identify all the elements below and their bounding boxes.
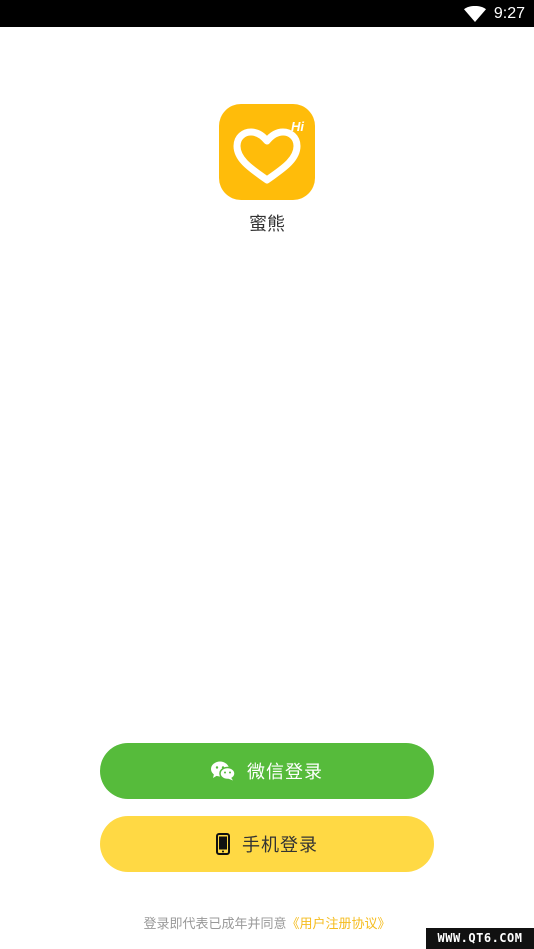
wechat-login-label: 微信登录 bbox=[247, 762, 323, 783]
phone-icon bbox=[216, 833, 230, 855]
phone-login-button[interactable]: 手机登录 bbox=[100, 816, 434, 872]
logo-text: Hi bbox=[291, 119, 304, 134]
status-right: 9:27 bbox=[463, 0, 525, 27]
wechat-login-button[interactable]: 微信登录 bbox=[100, 743, 434, 799]
heart-icon: Hi bbox=[233, 119, 304, 184]
wechat-icon bbox=[211, 761, 235, 781]
phone-login-label: 手机登录 bbox=[242, 835, 318, 856]
app-name: 蜜熊 bbox=[249, 214, 285, 235]
login-screen: 9:27 Hi 蜜熊 微信登录 手机登录 登录即代表已成年并同意《用户注册协议》… bbox=[0, 0, 534, 949]
status-bar: 9:27 bbox=[0, 0, 534, 27]
app-logo: Hi bbox=[219, 104, 315, 200]
agreement-text: 登录即代表已成年并同意 bbox=[143, 917, 287, 932]
watermark: WWW.QT6.COM bbox=[426, 928, 534, 949]
user-agreement-link[interactable]: 《用户注册协议》 bbox=[287, 917, 391, 932]
wifi-icon bbox=[463, 5, 486, 22]
status-time: 9:27 bbox=[493, 4, 525, 22]
